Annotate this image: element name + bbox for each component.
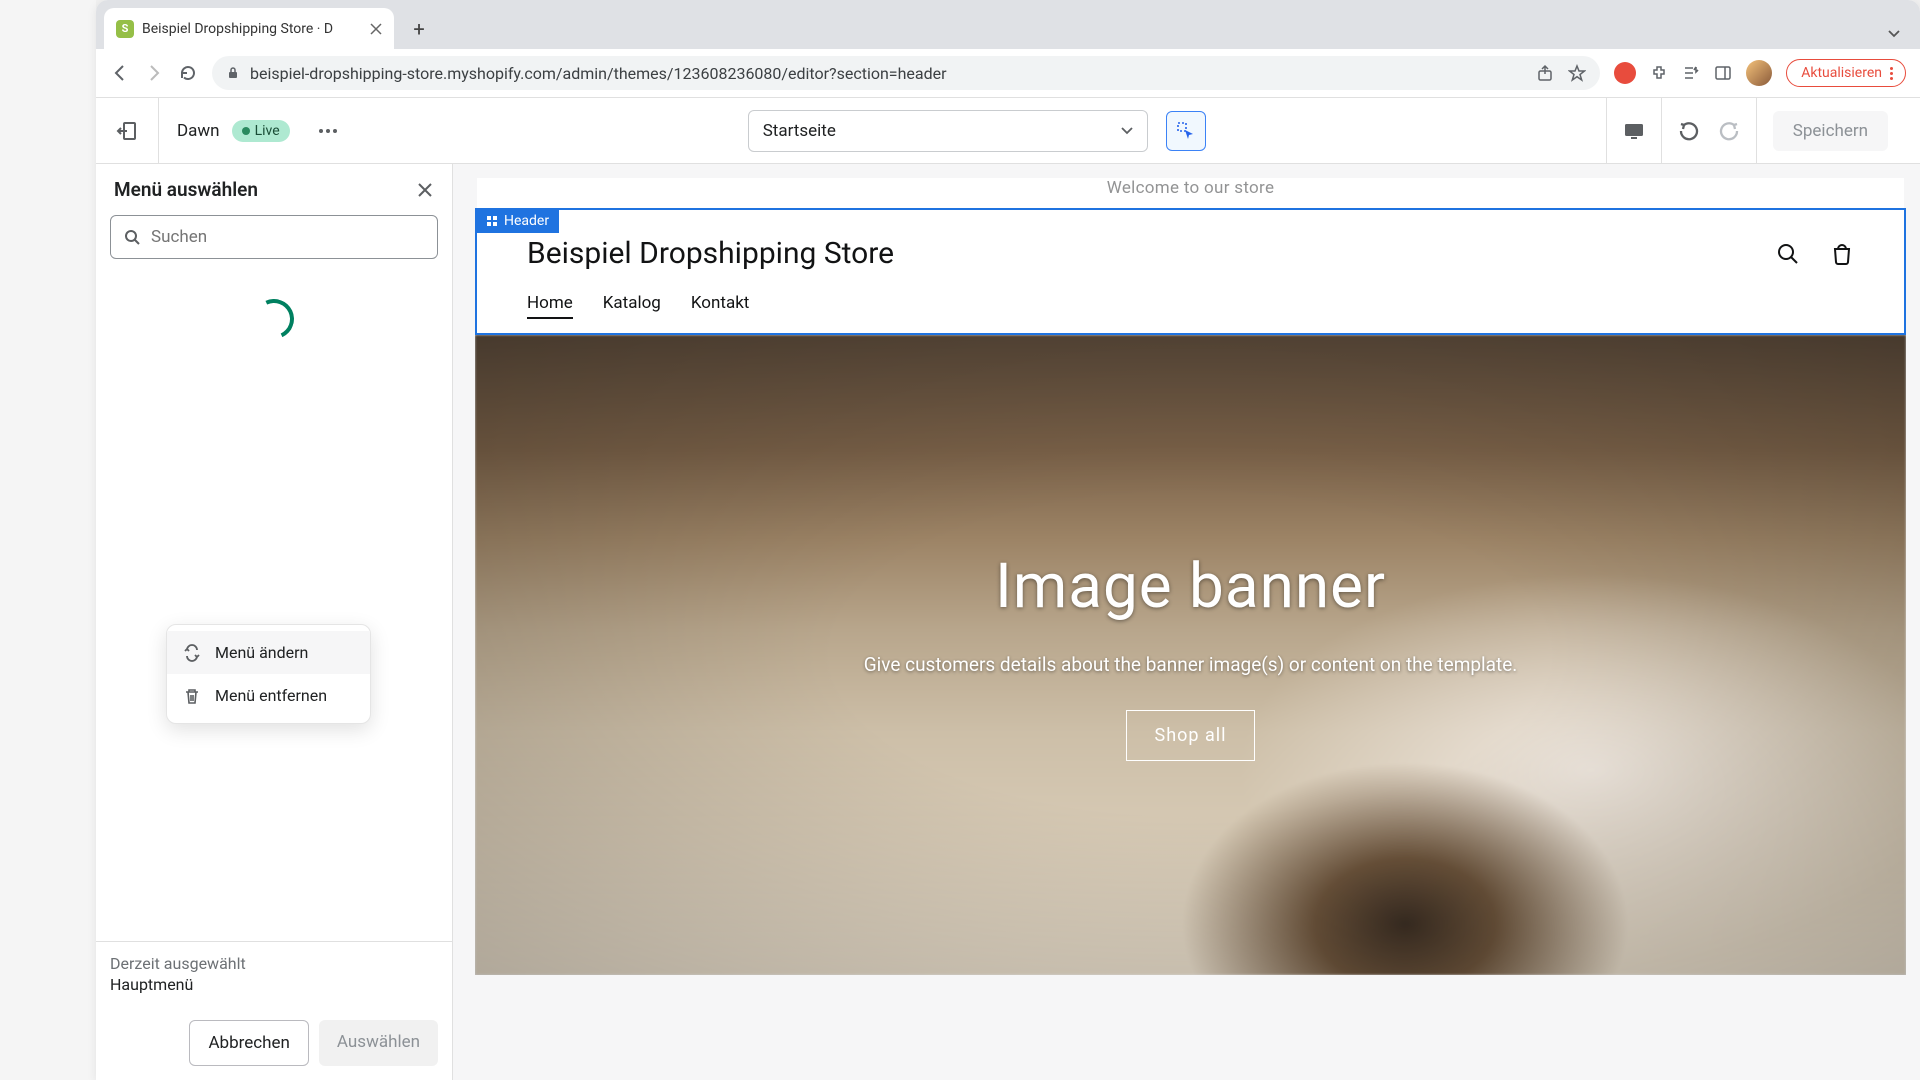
lock-icon	[226, 66, 240, 80]
more-actions-button[interactable]	[308, 128, 348, 134]
menu-change-option[interactable]: Menü ändern	[167, 631, 370, 674]
current-selection-label: Derzeit ausgewählt	[110, 954, 438, 973]
tab-strip: S Beispiel Dropshipping Store · D +	[96, 0, 1920, 49]
save-button[interactable]: Speichern	[1773, 111, 1888, 151]
nav-catalog[interactable]: Katalog	[603, 293, 661, 319]
macos-sidebar	[0, 0, 96, 1080]
image-banner: Image banner Give customers details abou…	[475, 335, 1906, 975]
menu-dots-icon	[1890, 67, 1893, 80]
undo-icon[interactable]	[1678, 120, 1700, 142]
redo-icon[interactable]	[1718, 120, 1740, 142]
tabs-menu-icon[interactable]	[1886, 25, 1902, 41]
nav-home[interactable]: Home	[527, 293, 573, 319]
new-tab-button[interactable]: +	[404, 14, 434, 44]
address-bar: beispiel-dropshipping-store.myshopify.co…	[96, 49, 1920, 98]
cancel-button[interactable]: Abbrechen	[189, 1020, 308, 1066]
trash-icon	[183, 687, 201, 705]
banner-cta-button[interactable]: Shop all	[1126, 710, 1256, 761]
nav-contact[interactable]: Kontakt	[691, 293, 750, 319]
profile-avatar[interactable]	[1746, 60, 1772, 86]
context-menu: Menü ändern Menü entfernen	[166, 624, 371, 724]
browser-tab[interactable]: S Beispiel Dropshipping Store · D	[104, 8, 394, 49]
extension-adblock-icon[interactable]	[1614, 62, 1636, 84]
back-icon[interactable]	[110, 63, 130, 83]
announcement-bar: Welcome to our store	[477, 178, 1904, 208]
exit-button[interactable]	[96, 98, 159, 163]
search-input[interactable]	[110, 215, 438, 259]
star-icon[interactable]	[1568, 64, 1586, 82]
forward-icon[interactable]	[144, 63, 164, 83]
reload-icon[interactable]	[178, 63, 198, 83]
search-icon	[123, 228, 141, 246]
store-title[interactable]: Beispiel Dropshipping Store	[527, 236, 894, 271]
theme-preview: Welcome to our store Header Beispiel Dro…	[453, 164, 1920, 1080]
inspector-toggle[interactable]	[1166, 111, 1206, 151]
live-badge: Live	[232, 120, 290, 142]
main-nav: Home Katalog Kontakt	[477, 293, 1904, 333]
select-button[interactable]: Auswählen	[319, 1020, 438, 1066]
theme-name: Dawn	[177, 121, 220, 141]
menu-remove-option[interactable]: Menü entfernen	[167, 674, 370, 717]
search-field[interactable]	[151, 227, 425, 247]
storefront-search-icon[interactable]	[1776, 242, 1800, 266]
reading-list-icon[interactable]	[1682, 64, 1700, 82]
chevron-down-icon	[1121, 127, 1133, 135]
banner-title: Image banner	[995, 550, 1386, 623]
header-section[interactable]: Header Beispiel Dropshipping Store Home …	[475, 208, 1906, 335]
banner-subtitle: Give customers details about the banner …	[864, 653, 1518, 676]
url-field[interactable]: beispiel-dropshipping-store.myshopify.co…	[212, 56, 1600, 90]
desktop-view-icon[interactable]	[1623, 122, 1645, 140]
side-panel-icon[interactable]	[1714, 64, 1732, 82]
swap-icon	[183, 644, 201, 662]
shopify-favicon: S	[116, 20, 134, 38]
browser-window: S Beispiel Dropshipping Store · D + beis…	[96, 0, 1920, 1080]
panel-title: Menü auswählen	[114, 178, 258, 201]
tab-title: Beispiel Dropshipping Store · D	[142, 21, 362, 37]
panel-close-icon[interactable]	[416, 181, 434, 199]
cart-icon[interactable]	[1830, 242, 1854, 266]
share-icon[interactable]	[1536, 64, 1554, 82]
url-text: beispiel-dropshipping-store.myshopify.co…	[250, 64, 947, 83]
editor-topbar: Dawn Live Startseite	[96, 98, 1920, 164]
loading-spinner	[96, 259, 452, 379]
update-button[interactable]: Aktualisieren	[1786, 59, 1906, 87]
page-selector[interactable]: Startseite	[748, 110, 1148, 152]
extensions-icon[interactable]	[1650, 64, 1668, 82]
close-icon[interactable]	[370, 23, 382, 35]
menu-picker-panel: Menü auswählen	[96, 164, 453, 1080]
current-selection-value: Hauptmenü	[110, 975, 438, 994]
